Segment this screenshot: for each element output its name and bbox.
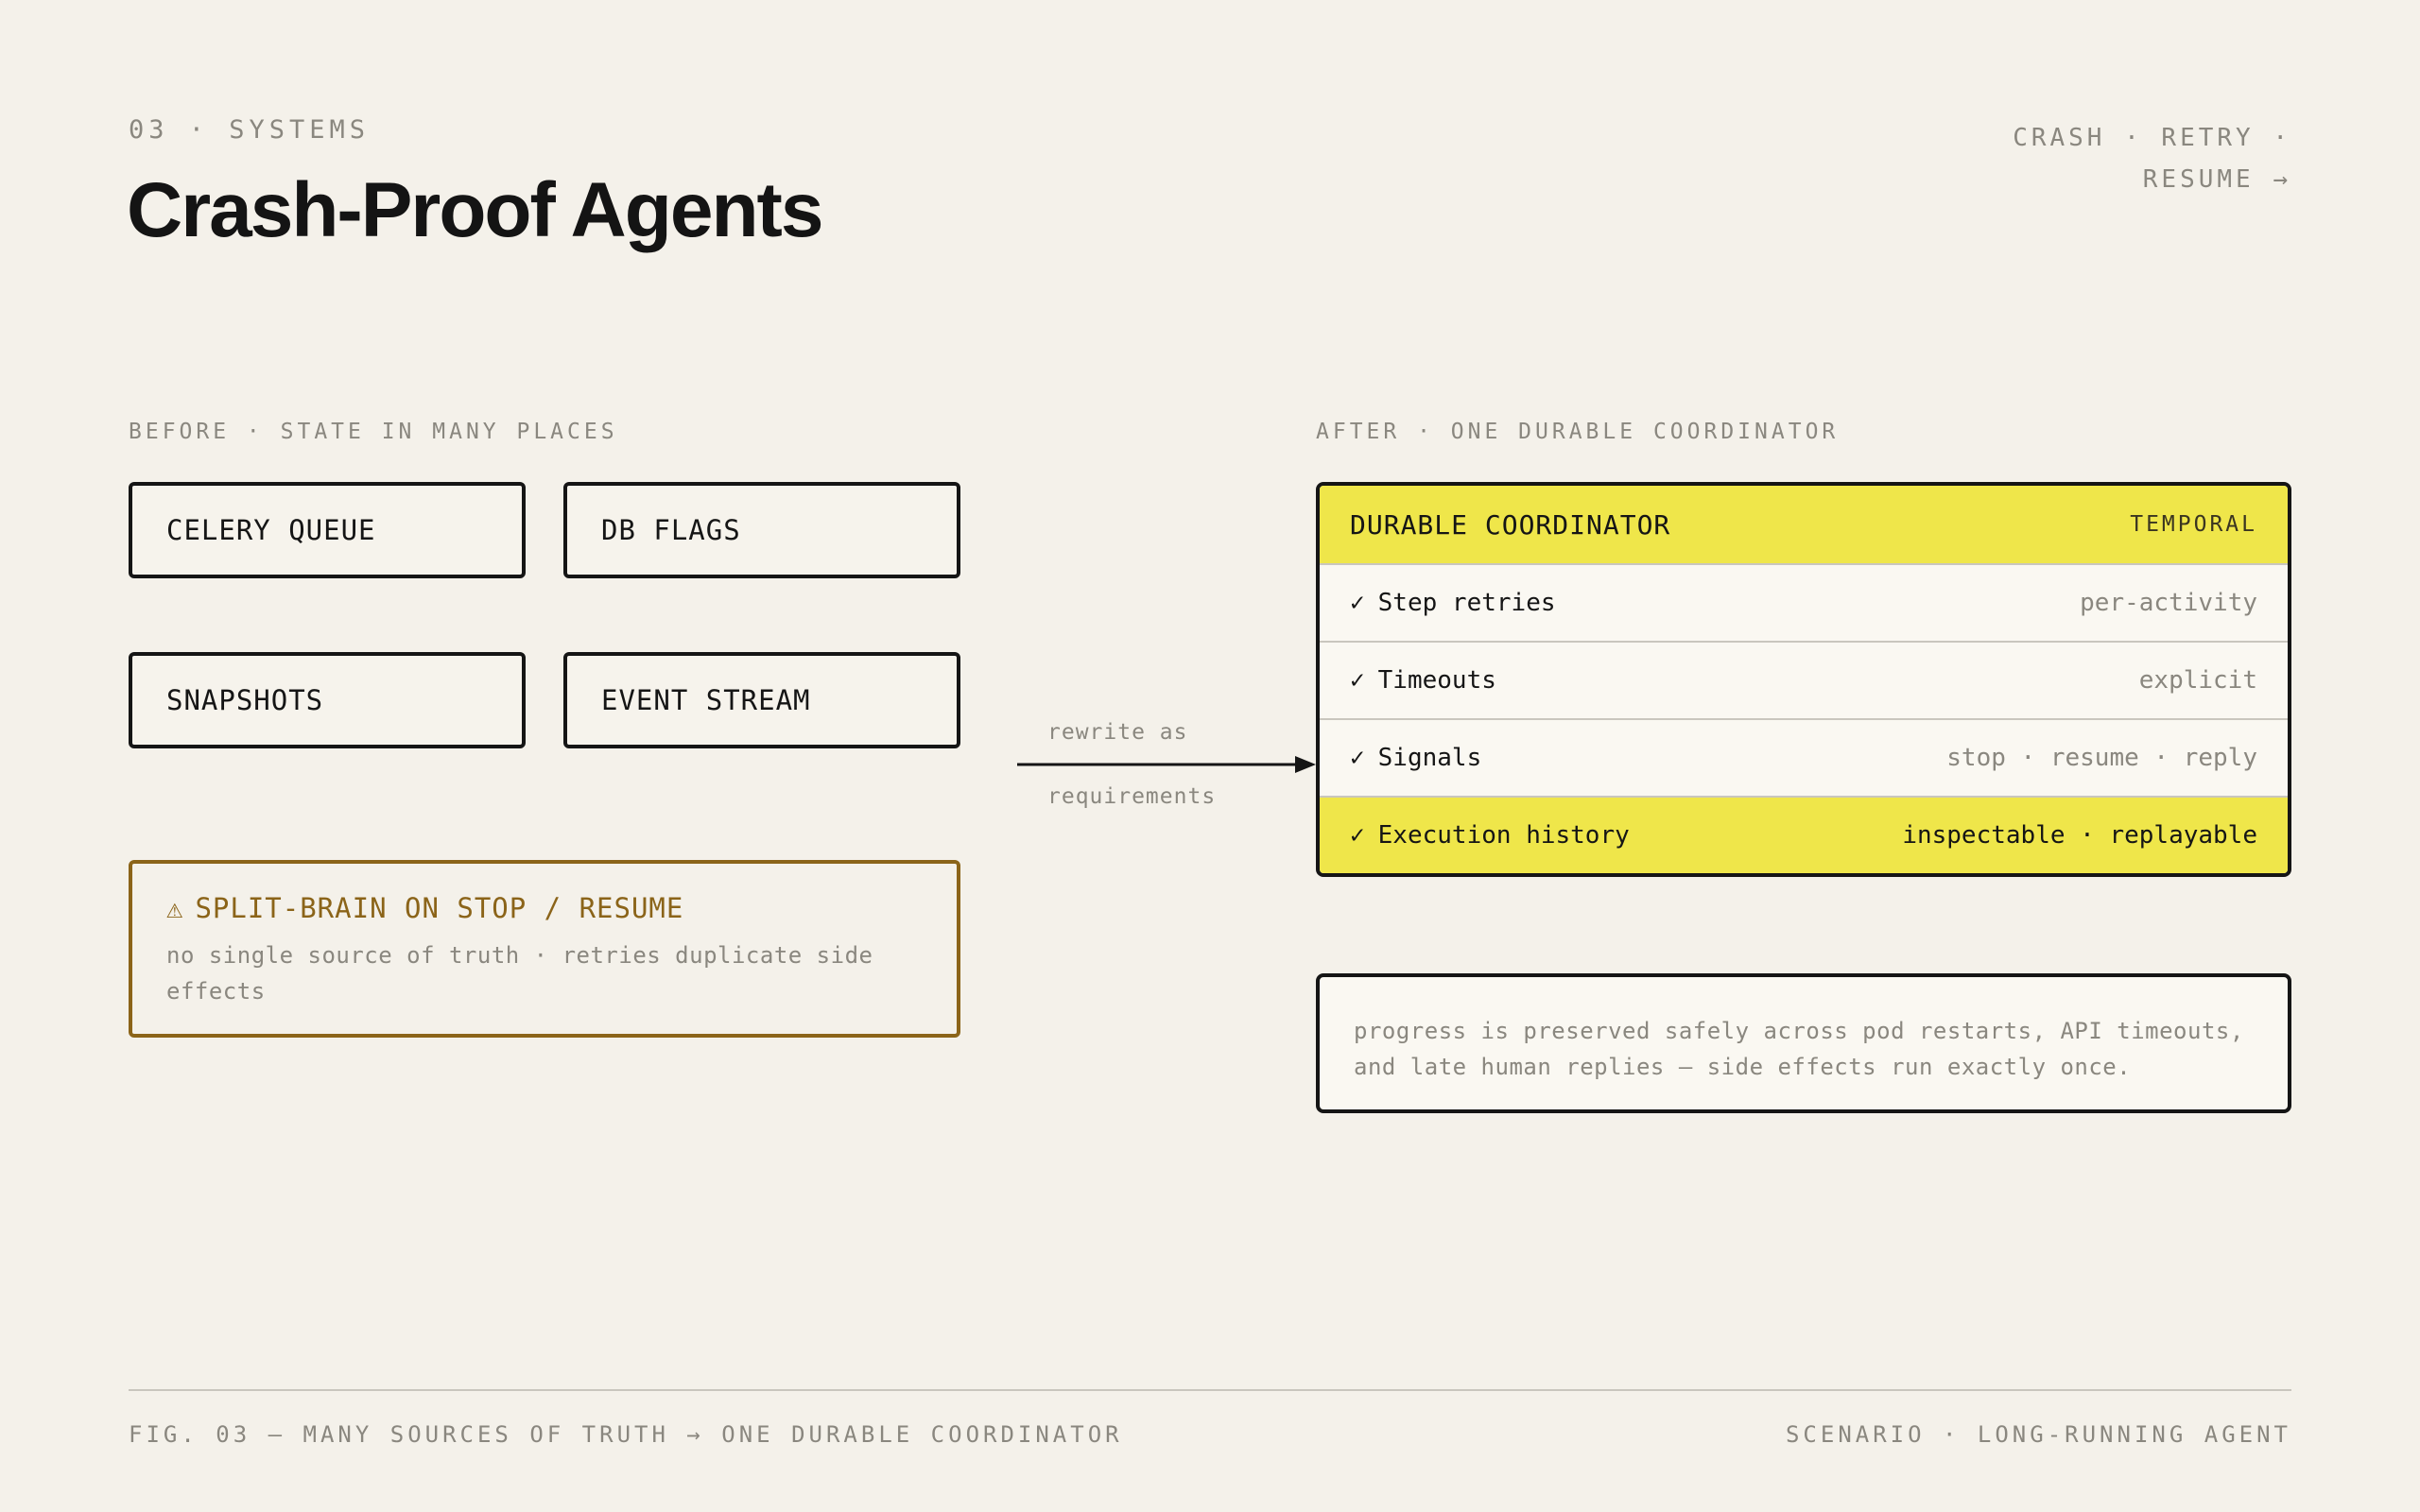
- source-box-celery-queue: CELERY QUEUE: [129, 482, 526, 578]
- coordinator-row-timeouts: ✓ Timeouts explicit: [1320, 641, 2288, 718]
- arrow-label-bottom: requirements: [1047, 784, 1217, 809]
- split-brain-warning: ⚠ SPLIT-BRAIN ON STOP / RESUME no single…: [129, 860, 960, 1038]
- row-value: per-activity: [2080, 589, 2257, 617]
- check-icon: ✓: [1350, 666, 1365, 695]
- coordinator-row-execution-history: ✓ Execution history inspectable · replay…: [1320, 796, 2288, 873]
- figure-caption: FIG. 03 — MANY SOURCES OF TRUTH → ONE DU…: [129, 1421, 1123, 1448]
- coordinator-title: DURABLE COORDINATOR: [1350, 508, 1671, 541]
- footer-divider: [129, 1389, 2291, 1391]
- check-icon: ✓: [1350, 821, 1365, 850]
- row-label: Execution history: [1377, 821, 1630, 850]
- row-value: inspectable · replayable: [1902, 821, 2257, 850]
- source-box-event-stream: EVENT STREAM: [563, 652, 960, 748]
- row-value: stop · resume · reply: [1946, 744, 2257, 772]
- warning-title-row: ⚠ SPLIT-BRAIN ON STOP / RESUME: [166, 892, 923, 924]
- section-eyebrow: 03 · SYSTEMS: [129, 115, 371, 145]
- row-value: explicit: [2138, 666, 2257, 695]
- coordinator-row-signals: ✓ Signals stop · resume · reply: [1320, 718, 2288, 796]
- coordinator-header: DURABLE COORDINATOR TEMPORAL: [1320, 486, 2288, 563]
- coordinator-note: progress is preserved safely across pod …: [1316, 973, 2291, 1113]
- warning-description: no single source of truth · retries dupl…: [166, 942, 873, 1005]
- warning-icon: ⚠: [166, 892, 184, 924]
- source-box-snapshots: SNAPSHOTS: [129, 652, 526, 748]
- source-box-db-flags: DB FLAGS: [563, 482, 960, 578]
- row-label: Timeouts: [1377, 666, 1496, 695]
- durable-coordinator-card: DURABLE COORDINATOR TEMPORAL ✓ Step retr…: [1316, 482, 2291, 877]
- page-title: Crash-Proof Agents: [127, 167, 823, 253]
- coordinator-row-step-retries: ✓ Step retries per-activity: [1320, 563, 2288, 641]
- after-label: AFTER · ONE DURABLE COORDINATOR: [1316, 420, 1840, 444]
- scenario-label: SCENARIO · LONG-RUNNING AGENT: [1785, 1421, 2291, 1448]
- check-icon: ✓: [1350, 589, 1365, 617]
- row-label: Signals: [1377, 744, 1482, 772]
- row-label: Step retries: [1377, 589, 1556, 617]
- coordinator-tag: TEMPORAL: [2130, 512, 2257, 537]
- warning-title: SPLIT-BRAIN ON STOP / RESUME: [195, 892, 684, 924]
- arrow-head-icon: [1295, 756, 1316, 773]
- check-icon: ✓: [1350, 744, 1365, 772]
- before-label: BEFORE · STATE IN MANY PLACES: [129, 420, 618, 444]
- tagline: CRASH · RETRY · RESUME →: [2013, 124, 2291, 194]
